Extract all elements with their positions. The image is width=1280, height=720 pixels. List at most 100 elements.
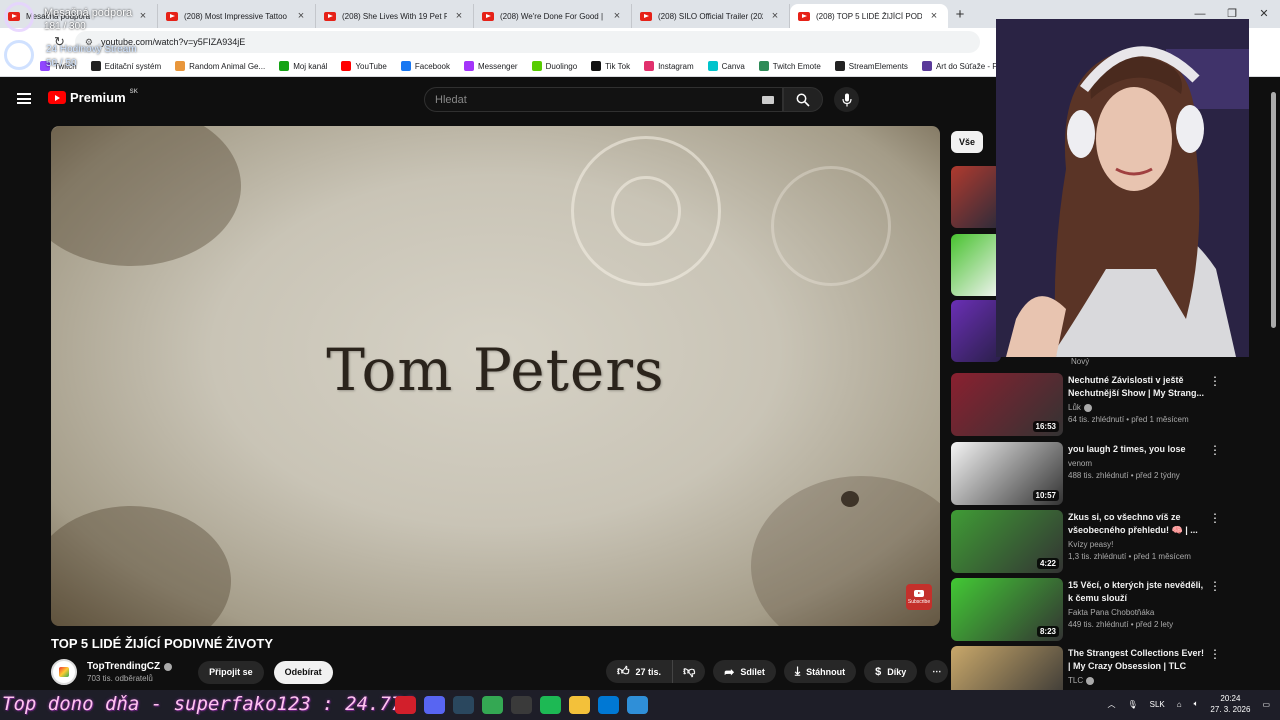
photos-icon[interactable] bbox=[627, 696, 648, 714]
keyboard-icon[interactable] bbox=[762, 96, 774, 104]
bookmark-item[interactable]: YouTube bbox=[341, 61, 387, 71]
join-button[interactable]: Připojit se bbox=[198, 660, 264, 684]
recommendation-title[interactable]: The Strangest Collections Ever! | My Cra… bbox=[1068, 647, 1208, 673]
recommendation-item[interactable]: 10:57 you laugh 2 times, you lose venom 488… bbox=[951, 442, 1226, 506]
notifications-icon[interactable]: ▭ bbox=[1262, 700, 1270, 709]
recommendation-info: Nechutné Závislosti v ještě Nechutnější … bbox=[1068, 374, 1208, 424]
browser-tab[interactable]: (208) TOP 5 LIDÉ ŽIJÍCÍ PODIVN × bbox=[790, 4, 948, 28]
more-vertical-icon[interactable]: ⋮ bbox=[1209, 512, 1221, 524]
filter-chip-all[interactable]: Vše bbox=[951, 131, 984, 153]
chrome-icon[interactable] bbox=[482, 696, 503, 714]
more-vertical-icon[interactable]: ⋮ bbox=[1209, 375, 1221, 387]
menu-icon[interactable] bbox=[17, 93, 31, 104]
thumbs-up-icon: 👍︎ bbox=[617, 664, 630, 678]
dislike-button[interactable]: 👎︎ bbox=[673, 660, 705, 683]
recommendation-thumbnail[interactable] bbox=[951, 300, 1001, 362]
share-button[interactable]: ➦ Sdílet bbox=[713, 660, 776, 683]
steam-icon[interactable] bbox=[453, 696, 474, 714]
recommendation-item[interactable]: 4:22 Zkus si, co všechno víš ze všeobecné… bbox=[951, 510, 1226, 574]
video-player[interactable]: Tom Peters Subscribe bbox=[51, 126, 940, 626]
clock[interactable]: 20:24 27. 3. 2026 bbox=[1210, 693, 1250, 715]
recommendation-thumbnail[interactable]: 8:23 bbox=[951, 578, 1063, 641]
bookmark-label: Facebook bbox=[414, 61, 451, 71]
tab-title: (208) TOP 5 LIDÉ ŽIJÍCÍ PODIVN bbox=[816, 11, 922, 21]
bookmark-label: Random Animal Ge... bbox=[189, 61, 266, 71]
search-input[interactable]: Hledat bbox=[424, 87, 783, 112]
store-icon[interactable] bbox=[598, 696, 619, 714]
bookmark-item[interactable]: Instagram bbox=[644, 61, 694, 71]
thanks-button[interactable]: $ Díky bbox=[864, 660, 918, 683]
like-button[interactable]: 👍︎ 27 tis. bbox=[606, 660, 674, 683]
tab-title: (208) SILO Official Trailer (2023) bbox=[658, 11, 763, 21]
recommendation-meta: 488 tis. zhlédnutí • před 2 týdny bbox=[1068, 471, 1180, 480]
more-vertical-icon[interactable]: ⋮ bbox=[1209, 444, 1221, 456]
upload-age: před 1 měsícem bbox=[1131, 415, 1189, 424]
recommendation-title[interactable]: Nechutné Závislosti v ještě Nechutnější … bbox=[1068, 374, 1208, 400]
url-field[interactable]: ⚙ youtube.com/watch?v=y5FIZA934jE bbox=[74, 31, 980, 53]
new-badge: Nový bbox=[1071, 357, 1090, 366]
close-tab-icon[interactable]: × bbox=[769, 10, 781, 22]
recommendation-thumbnail[interactable]: 16:53 bbox=[951, 373, 1063, 436]
recommendation-item[interactable]: 8:23 15 Věcí, o kterých jste nevěděli, k … bbox=[951, 578, 1226, 642]
subscribe-button[interactable]: Odebírat bbox=[273, 660, 333, 684]
voice-search-button[interactable] bbox=[834, 87, 859, 112]
recommendation-thumbnail[interactable]: 4:22 bbox=[951, 510, 1063, 573]
bookmark-item[interactable]: Facebook bbox=[400, 61, 451, 71]
youtube-logo[interactable]: Premium SK bbox=[48, 89, 138, 105]
close-window-icon[interactable]: ✕ bbox=[1248, 0, 1280, 28]
search-button[interactable] bbox=[783, 87, 823, 112]
close-tab-icon[interactable]: × bbox=[295, 10, 307, 22]
browser-tab[interactable]: (208) She Lives With 19 Pet Rat × bbox=[316, 4, 474, 28]
recommendation-thumbnail[interactable]: 10:57 bbox=[951, 442, 1063, 505]
recommendation-thumbnail[interactable] bbox=[951, 234, 1001, 296]
bookmark-item[interactable]: Duolingo bbox=[531, 61, 577, 71]
recommendation-thumbnail[interactable] bbox=[951, 166, 1001, 228]
bookmark-item[interactable]: Canva bbox=[707, 61, 745, 71]
language-indicator[interactable]: SLK bbox=[1150, 700, 1165, 709]
recommendation-channel[interactable]: Lůk bbox=[1068, 403, 1208, 412]
recommendation-title[interactable]: you laugh 2 times, you lose bbox=[1068, 443, 1208, 456]
youtube-icon bbox=[914, 589, 924, 597]
recommendation-channel[interactable]: Fakta Pana Chobotňáka bbox=[1068, 608, 1208, 617]
scrollbar[interactable] bbox=[1271, 92, 1276, 328]
recommendation-title[interactable]: Zkus si, co všechno víš ze všeobecného p… bbox=[1068, 511, 1208, 537]
browser-tab[interactable]: (208) Most Impressive Tattoo T × bbox=[158, 4, 316, 28]
bookmark-item[interactable]: Messenger bbox=[464, 61, 518, 71]
recommendation-title[interactable]: 15 Věcí, o kterých jste nevěděli, k čemu… bbox=[1068, 579, 1208, 605]
recommendation-item[interactable]: 16:53 Nechutné Závislosti v ještě Nechutn… bbox=[951, 373, 1226, 437]
file-explorer-icon[interactable] bbox=[569, 696, 590, 714]
obs-icon[interactable] bbox=[511, 696, 532, 714]
subscribe-watermark[interactable]: Subscribe bbox=[906, 584, 932, 610]
chevron-up-icon[interactable]: ︿ bbox=[1107, 699, 1115, 710]
opera-icon[interactable] bbox=[395, 696, 416, 714]
recommendation-channel[interactable]: venom bbox=[1068, 459, 1208, 468]
new-tab-button[interactable]: + bbox=[948, 4, 972, 28]
bookmark-item[interactable]: Moj kanál bbox=[279, 61, 327, 71]
volume-icon[interactable]: 🔈︎ bbox=[1194, 699, 1199, 709]
bookmark-item[interactable]: Twitch Emote bbox=[758, 61, 821, 71]
bookmark-item[interactable]: Tik Tok bbox=[591, 61, 630, 71]
bookmark-item[interactable]: Random Animal Ge... bbox=[175, 61, 265, 71]
network-icon[interactable]: ⌂ bbox=[1177, 700, 1182, 709]
browser-tab[interactable]: (208) SILO Official Trailer (2023) × bbox=[632, 4, 790, 28]
close-tab-icon[interactable]: × bbox=[928, 10, 940, 22]
recommendation-meta: 1,3 tis. zhlédnutí • před 1 měsícem bbox=[1068, 552, 1191, 561]
recommendation-channel[interactable]: Kvízy peasy! bbox=[1068, 540, 1208, 549]
more-actions-button[interactable]: ⋯ bbox=[925, 660, 949, 683]
thanks-icon: $ bbox=[875, 665, 882, 678]
download-button[interactable]: ⤓ Stáhnout bbox=[783, 660, 857, 683]
spotify-icon[interactable] bbox=[540, 696, 561, 714]
bookmark-item[interactable]: StreamElements bbox=[834, 61, 908, 71]
channel-label: Fakta Pana Chobotňáka bbox=[1068, 608, 1155, 617]
microphone-tray-icon[interactable]: 🎙︎ bbox=[1127, 700, 1137, 709]
more-vertical-icon[interactable]: ⋮ bbox=[1209, 580, 1221, 592]
close-tab-icon[interactable]: × bbox=[453, 10, 465, 22]
discord-icon[interactable] bbox=[424, 696, 445, 714]
bookmark-favicon-icon bbox=[758, 61, 769, 71]
browser-tab[interactable]: (208) We're Done For Good | H × bbox=[474, 4, 632, 28]
channel-name[interactable]: TopTrendingCZ bbox=[87, 661, 160, 672]
more-vertical-icon[interactable]: ⋮ bbox=[1209, 648, 1221, 660]
recommendation-channel[interactable]: TLC bbox=[1068, 676, 1208, 685]
close-tab-icon[interactable]: × bbox=[611, 10, 623, 22]
channel-avatar[interactable] bbox=[51, 659, 77, 685]
